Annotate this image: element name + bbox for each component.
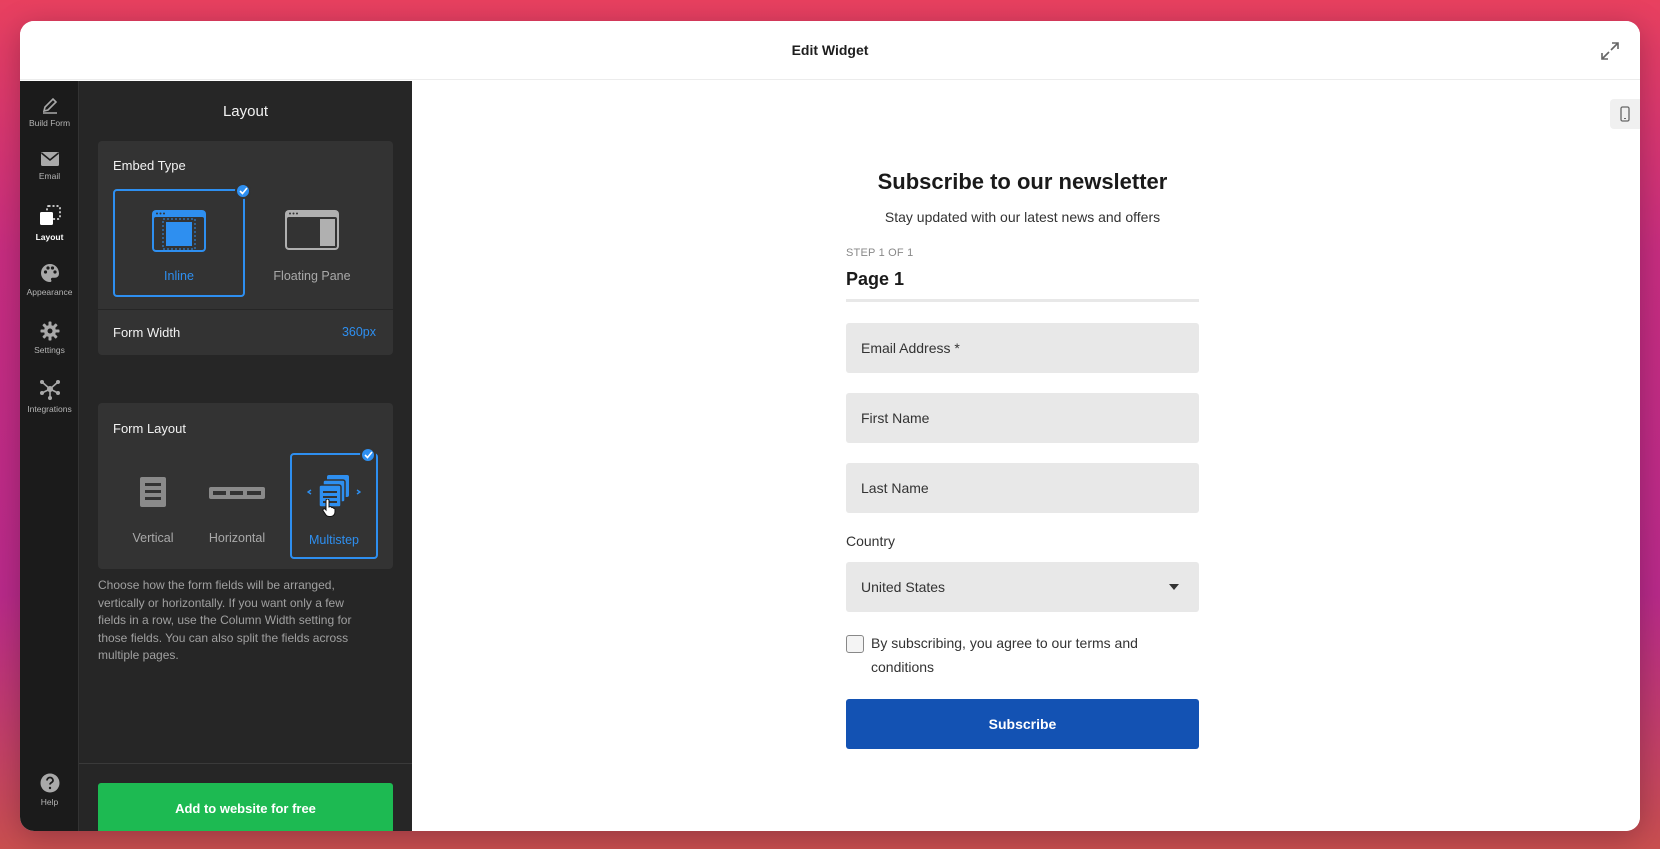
country-select[interactable]: United States bbox=[846, 562, 1199, 612]
form-title: Subscribe to our newsletter bbox=[877, 169, 1168, 194]
layout-help-text: Choose how the form fields will be arran… bbox=[98, 578, 352, 662]
divider bbox=[79, 763, 412, 764]
form-subtitle: Stay updated with our latest news and of… bbox=[884, 209, 1161, 225]
page-title: Page 1 bbox=[846, 269, 905, 289]
window-title: Edit Widget bbox=[791, 42, 869, 58]
form-width-value[interactable]: 360px bbox=[342, 325, 376, 339]
sidebar-item-appearance[interactable]: Appearance bbox=[20, 253, 79, 307]
form-layout-card: Form Layout Vertical Horizontal Multiste… bbox=[98, 403, 393, 569]
option-label: Multistep bbox=[308, 533, 360, 547]
subscribe-button[interactable]: Subscribe bbox=[846, 699, 1199, 749]
add-to-website-button[interactable]: Add to website for free bbox=[98, 783, 393, 831]
sidebar-item-layout[interactable]: Layout bbox=[20, 196, 79, 250]
divider bbox=[98, 309, 393, 310]
embed-type-heading: Embed Type bbox=[113, 158, 186, 173]
sidebar-item-build-form[interactable]: Build Form bbox=[20, 85, 79, 139]
form-preview: Subscribe to our newsletter Stay updated… bbox=[412, 81, 1640, 831]
embed-option-inline[interactable]: Inline bbox=[113, 189, 245, 297]
cursor-hand-icon bbox=[322, 499, 336, 517]
consent-text: By subscribing, you agree to our terms a… bbox=[871, 635, 1138, 675]
sidebar-item-label: Help bbox=[40, 797, 59, 807]
palette-icon bbox=[40, 264, 59, 282]
form-width-label: Form Width bbox=[113, 325, 181, 340]
expand-icon bbox=[1601, 42, 1619, 60]
edit-widget-window: Edit Widget Build Form Email Layout Appe… bbox=[20, 21, 1640, 831]
envelope-icon bbox=[40, 152, 59, 166]
selected-check-icon bbox=[360, 447, 376, 463]
sidebar-item-label: Email bbox=[38, 171, 61, 181]
option-label: Floating Pane bbox=[273, 269, 351, 283]
pencil-icon bbox=[42, 97, 57, 114]
mobile-preview-button[interactable] bbox=[1610, 99, 1640, 129]
inline-embed-icon bbox=[152, 210, 206, 252]
consent-row: By subscribing, you agree to our terms a… bbox=[846, 633, 1199, 679]
chevron-down-icon bbox=[1169, 584, 1179, 590]
sidebar-item-email[interactable]: Email bbox=[20, 139, 79, 193]
country-value: United States bbox=[861, 579, 946, 595]
layout-panel: Layout Embed Type Inline Floating Pane F… bbox=[79, 81, 412, 831]
layout-option-vertical[interactable]: Vertical bbox=[113, 453, 193, 555]
sidebar-item-label: Integrations bbox=[27, 404, 72, 414]
gear-icon bbox=[40, 321, 59, 341]
embed-type-card: Embed Type Inline Floating Pane Form Wid… bbox=[98, 141, 393, 355]
layout-option-horizontal[interactable]: Horizontal bbox=[197, 453, 277, 555]
step-indicator: STEP 1 OF 1 bbox=[846, 247, 914, 259]
email-field[interactable]: Email Address * bbox=[846, 323, 1199, 373]
layout-option-multistep[interactable]: Multistep bbox=[290, 453, 378, 559]
first-name-placeholder: First Name bbox=[861, 410, 930, 426]
email-placeholder: Email Address * bbox=[861, 340, 960, 356]
country-label: Country bbox=[846, 533, 896, 549]
sidebar-item-label: Settings bbox=[34, 345, 65, 355]
floating-pane-icon bbox=[285, 210, 339, 250]
option-label: Inline bbox=[164, 269, 194, 283]
embed-option-floating-pane[interactable]: Floating Pane bbox=[246, 189, 378, 297]
sidebar-item-integrations[interactable]: Integrations bbox=[20, 369, 79, 423]
mobile-icon bbox=[1620, 106, 1630, 122]
first-name-field[interactable]: First Name bbox=[846, 393, 1199, 443]
last-name-placeholder: Last Name bbox=[861, 480, 929, 496]
title-bar: Edit Widget bbox=[20, 21, 1640, 80]
horizontal-layout-icon bbox=[209, 487, 265, 499]
form-layout-heading: Form Layout bbox=[113, 421, 186, 436]
panel-title: Layout bbox=[222, 103, 269, 120]
sidebar-item-label: Build Form bbox=[28, 118, 71, 128]
vertical-layout-icon bbox=[140, 477, 166, 507]
option-label: Horizontal bbox=[208, 531, 266, 545]
expand-button[interactable] bbox=[1598, 39, 1622, 63]
last-name-field[interactable]: Last Name bbox=[846, 463, 1199, 513]
sidebar-rail: Build Form Email Layout Appearance Setti… bbox=[20, 81, 79, 831]
sidebar-item-label: Layout bbox=[35, 232, 64, 242]
network-icon bbox=[39, 380, 60, 400]
question-icon bbox=[40, 773, 59, 793]
layout-icon bbox=[39, 205, 61, 225]
sidebar-item-settings[interactable]: Settings bbox=[20, 311, 79, 365]
step-progress-bar bbox=[846, 299, 1199, 302]
option-label: Vertical bbox=[132, 531, 174, 545]
sidebar-item-label: Appearance bbox=[26, 287, 73, 297]
consent-checkbox[interactable] bbox=[846, 635, 864, 653]
sidebar-item-help[interactable]: Help bbox=[20, 763, 79, 817]
